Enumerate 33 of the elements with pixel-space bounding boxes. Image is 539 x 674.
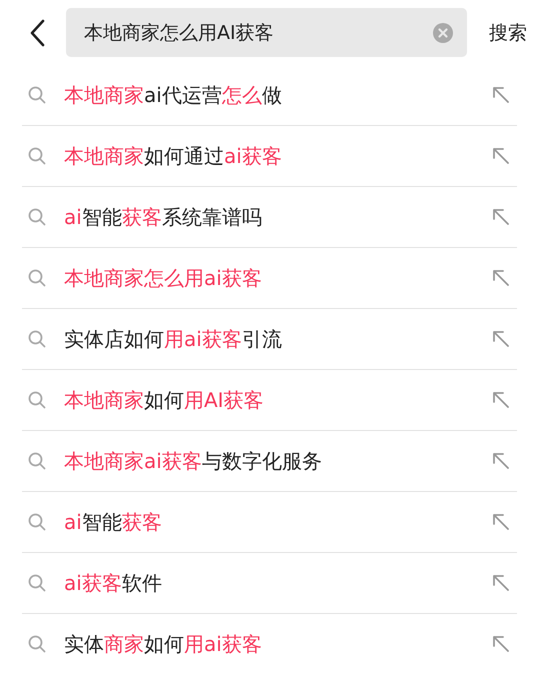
suggestion-link[interactable]: 本地商家怎么用ai获客 <box>64 264 491 292</box>
suggestion-link[interactable]: 实体商家如何用ai获客 <box>64 630 491 658</box>
arrow-icon[interactable] <box>491 573 511 593</box>
clear-icon[interactable] <box>433 22 453 42</box>
search-icon <box>28 452 46 470</box>
arrow-icon[interactable] <box>491 329 511 349</box>
arrow-icon[interactable] <box>491 390 511 410</box>
arrow-icon[interactable] <box>491 85 511 105</box>
search-icon <box>28 208 46 226</box>
arrow-icon[interactable] <box>491 207 511 227</box>
search-icon <box>28 391 46 409</box>
search-icon <box>28 330 46 348</box>
search-icon <box>28 635 46 653</box>
search-icon <box>28 269 46 287</box>
suggestion-link[interactable]: 本地商家ai获客与数字化服务 <box>64 448 491 474</box>
arrow-icon[interactable] <box>491 634 511 654</box>
suggestion-link[interactable]: ai获客软件 <box>64 570 491 596</box>
search-icon <box>28 574 46 592</box>
arrow-icon[interactable] <box>491 268 511 288</box>
arrow-icon[interactable] <box>491 451 511 471</box>
suggestion-link[interactable]: 实体店如何用ai获客引流 <box>64 326 491 352</box>
suggestion-link[interactable]: 本地商家如何用AI获客 <box>64 386 491 414</box>
search-icon <box>28 513 46 531</box>
search-icon <box>28 86 46 104</box>
suggestion-link[interactable]: 本地商家ai代运营怎么做 <box>64 82 491 108</box>
search-icon <box>28 147 46 165</box>
search-field[interactable]: 本地商家怎么用AI获客 <box>66 8 467 57</box>
search-button[interactable]: 搜索 <box>487 16 529 50</box>
suggestion-link[interactable]: ai智能获客 <box>64 508 491 536</box>
suggestion-link[interactable]: 本地商家如何通过ai获客 <box>64 142 491 170</box>
arrow-icon[interactable] <box>491 146 511 166</box>
suggestion-link[interactable]: ai智能获客系统靠谱吗 <box>64 204 491 230</box>
arrow-icon[interactable] <box>491 512 511 532</box>
